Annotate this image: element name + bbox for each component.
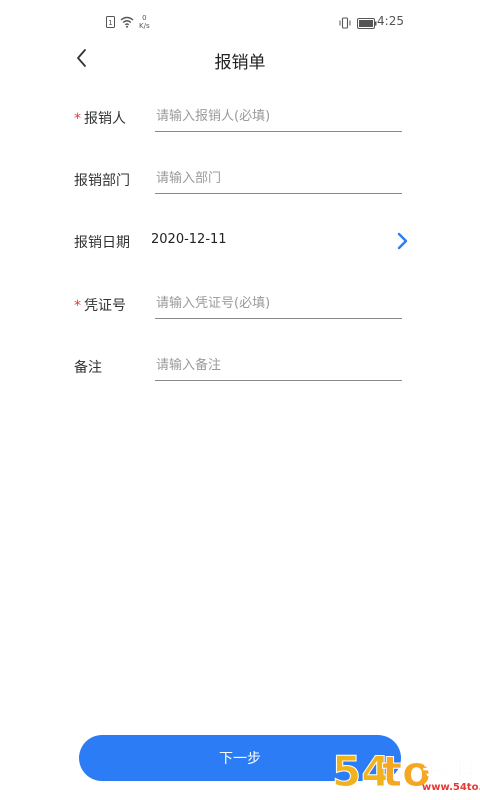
status-time: 4:25	[377, 14, 404, 28]
svg-text:1: 1	[108, 19, 112, 27]
form-row-remark: 备注	[0, 347, 480, 387]
field-label-claimant: * 报销人	[74, 108, 126, 128]
net-speed-value: 0	[142, 14, 147, 22]
form-row-department: 报销部门	[0, 160, 480, 200]
department-input[interactable]	[155, 164, 402, 194]
required-mark: *	[74, 111, 81, 127]
required-mark: *	[74, 298, 81, 314]
voucher-input[interactable]	[155, 289, 402, 319]
page-title: 报销单	[214, 53, 266, 73]
header: 报销单	[0, 40, 480, 80]
watermark-logo: 54 to 手游网 www.54to.cn	[330, 740, 480, 800]
field-label-voucher: * 凭证号	[74, 295, 126, 315]
field-label-text: 报销人	[84, 111, 126, 127]
form-row-date[interactable]: 报销日期 2020-12-11	[0, 222, 480, 262]
svg-text:www.54to.cn: www.54to.cn	[422, 782, 480, 793]
status-bar: 1 0 K/s 4:25	[0, 0, 480, 44]
vibrate-icon	[339, 14, 351, 33]
chevron-right-icon[interactable]	[392, 230, 412, 252]
form-row-voucher: * 凭证号	[0, 285, 480, 325]
status-right	[339, 14, 377, 33]
date-value[interactable]: 2020-12-11	[151, 232, 227, 247]
remark-input[interactable]	[155, 351, 402, 381]
status-left: 1 0 K/s	[106, 12, 150, 32]
sim-icon: 1	[106, 13, 115, 32]
net-speed-unit: K/s	[139, 22, 150, 30]
field-label-department: 报销部门	[74, 173, 130, 189]
net-speed: 0 K/s	[139, 14, 150, 30]
svg-text:手游网: 手游网	[423, 758, 474, 779]
field-label-text: 凭证号	[84, 298, 126, 314]
battery-icon	[357, 14, 377, 33]
form-row-claimant: * 报销人	[0, 98, 480, 138]
field-label-date: 报销日期	[74, 235, 130, 251]
field-label-remark: 备注	[74, 360, 102, 376]
wifi-icon	[120, 13, 134, 32]
claimant-input[interactable]	[155, 102, 402, 132]
